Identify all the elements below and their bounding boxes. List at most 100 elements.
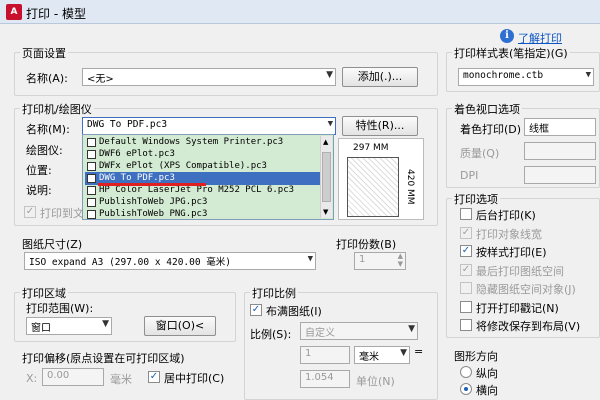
plot-option-checkbox[interactable]: ✓ — [460, 263, 472, 276]
center-plot-label: 居中打印(C) — [164, 372, 225, 385]
fit-to-paper-checkbox[interactable]: ✓ — [250, 304, 262, 316]
landscape-label: 横向 — [476, 384, 498, 397]
paper-size-title: 图纸尺寸(Z) — [20, 236, 85, 252]
printer-name-select[interactable]: DWG To PDF.pc3 ▼ — [82, 117, 336, 135]
orientation-title: 图形方向 — [452, 348, 500, 364]
plot-range-select[interactable]: 窗口 ▼ — [26, 317, 112, 335]
page-setup-name-value: <无> — [87, 74, 114, 85]
plot-option-label: 将修改保存到布局(V) — [476, 320, 581, 333]
units-value-input[interactable]: 1.054 — [300, 370, 350, 388]
plot-option-checkbox[interactable] — [460, 208, 472, 220]
copies-title: 打印份数(B) — [334, 236, 399, 252]
dpi-label: DPI — [460, 169, 479, 182]
printer-icon — [87, 174, 96, 183]
annotation-underline — [98, 183, 206, 186]
printer-properties-button[interactable]: 特性(R)... — [342, 116, 418, 136]
printer-dropdown-list: Default Windows System Printer.pc3 DWF6 … — [82, 134, 334, 220]
printer-icon — [87, 138, 96, 147]
paper-preview: 297 MM 420 MM — [338, 138, 424, 220]
print-to-file-label: 打印到文 — [40, 207, 84, 220]
chevron-down-icon: ▼ — [327, 119, 333, 129]
shade-plot-select[interactable]: 线框 — [524, 118, 596, 136]
autocad-logo-icon: A — [6, 4, 22, 20]
scroll-thumb[interactable] — [322, 152, 331, 202]
page-setup-title: 页面设置 — [20, 45, 68, 61]
plot-range-label: 打印范围(W): — [26, 302, 94, 315]
plot-options-title: 打印选项 — [452, 191, 500, 207]
location-label: 位置: — [26, 164, 52, 177]
fit-to-paper-label: 布满图纸(I) — [266, 305, 322, 318]
plot-option-label: 隐藏图纸空间对象(J) — [476, 283, 576, 296]
preview-height-label: 420 MM — [405, 169, 415, 205]
plot-option-checkbox[interactable]: ✓ — [460, 226, 472, 239]
window-title: 打印 - 模型 — [26, 7, 86, 21]
scale-value-input[interactable]: 1 — [300, 346, 350, 364]
plot-option-label: 最后打印图纸空间 — [476, 264, 564, 278]
printer-icon — [87, 198, 96, 207]
landscape-radio[interactable] — [460, 383, 472, 395]
offset-x-input[interactable]: 0.00 — [42, 368, 104, 386]
plot-option-label: 打印对象线宽 — [476, 227, 542, 241]
units-label: 单位(N) — [356, 375, 395, 388]
chevron-down-icon: ▼ — [307, 254, 313, 264]
offset-x-unit: 毫米 — [110, 373, 132, 386]
scale-unit-select[interactable]: 毫米 ▼ — [354, 346, 410, 364]
chevron-down-icon: ▼ — [400, 348, 407, 358]
page-setup-name-label: 名称(A): — [26, 72, 68, 85]
printer-icon — [87, 150, 96, 159]
scroll-down-icon[interactable]: ▼ — [323, 208, 328, 216]
plot-option-label: 打开打印戳记(N) — [476, 301, 559, 315]
plot-offset-title: 打印偏移(原点设置在可打印区域) — [20, 350, 187, 366]
copies-input[interactable]: 1 ▲ ▼ — [354, 252, 406, 270]
chevron-down-icon: ▼ — [585, 70, 591, 80]
printer-title: 打印机/绘图仪 — [20, 101, 94, 117]
description-label: 说明: — [26, 184, 52, 197]
equals-sign: = — [414, 345, 424, 358]
preview-width-label: 297 MM — [353, 143, 389, 153]
info-icon: i — [500, 29, 514, 43]
scale-label: 比例(S): — [250, 328, 292, 341]
scroll-up-icon[interactable]: ▲ — [323, 138, 328, 146]
plot-option-label: 按样式打印(E) — [476, 246, 547, 259]
plotter-label: 绘图仪: — [26, 144, 63, 157]
dpi-input[interactable] — [524, 166, 596, 184]
chevron-down-icon: ▼ — [408, 324, 415, 334]
shaded-viewport-title: 着色视口选项 — [452, 101, 522, 117]
chevron-down-icon: ▼ — [326, 70, 333, 80]
plot-option-checkbox[interactable] — [460, 282, 472, 294]
dropdown-scrollbar[interactable]: ▲ ▼ — [320, 136, 332, 218]
window-select-button[interactable]: 窗口(O)< — [144, 316, 216, 336]
learn-printing-link[interactable]: 了解打印 — [518, 30, 562, 46]
portrait-label: 纵向 — [476, 367, 498, 380]
title-bar: A 打印 - 模型 — [0, 0, 600, 24]
printer-icon — [87, 186, 96, 195]
portrait-radio[interactable] — [460, 366, 472, 378]
spinner-arrows-icon[interactable]: ▲ ▼ — [398, 252, 403, 268]
printer-name-value: DWG To PDF.pc3 — [87, 119, 168, 130]
print-to-file-checkbox[interactable]: ✓ — [24, 206, 36, 218]
plot-option-label: 后台打印(K) — [476, 209, 536, 222]
scale-select[interactable]: 自定义 ▼ — [300, 322, 418, 340]
chevron-down-icon: ▼ — [102, 319, 109, 329]
add-page-setup-button[interactable]: 添加(.)... — [342, 67, 418, 87]
paper-size-select[interactable]: ISO expand A3 (297.00 x 420.00 毫米) ▼ — [24, 252, 316, 270]
paper-size-value: ISO expand A3 (297.00 x 420.00 毫米) — [29, 257, 232, 268]
printer-icon — [87, 210, 96, 219]
plot-area-title: 打印区域 — [20, 285, 68, 301]
page-setup-name-select[interactable]: <无> ▼ — [82, 68, 336, 86]
printer-name-label: 名称(M): — [26, 123, 70, 136]
center-plot-checkbox[interactable]: ✓ — [148, 371, 160, 383]
plot-option-checkbox[interactable] — [460, 300, 472, 313]
shade-plot-label: 着色打印(D) — [460, 123, 522, 136]
plot-scale-title: 打印比例 — [250, 285, 298, 301]
plot-option-checkbox[interactable] — [460, 319, 472, 331]
quality-select[interactable] — [524, 142, 596, 160]
printer-option[interactable]: PublishToWeb PNG.pc3 — [85, 208, 321, 221]
paper-sheet-preview — [347, 157, 399, 217]
plot-style-title: 打印样式表(笔指定)(G) — [452, 45, 570, 61]
plot-style-select[interactable]: monochrome.ctb ▼ — [458, 68, 594, 86]
quality-label: 质量(Q) — [460, 147, 500, 160]
printer-icon — [87, 162, 96, 171]
plot-option-checkbox[interactable]: ✓ — [460, 245, 472, 257]
offset-x-label: X: — [26, 372, 38, 385]
